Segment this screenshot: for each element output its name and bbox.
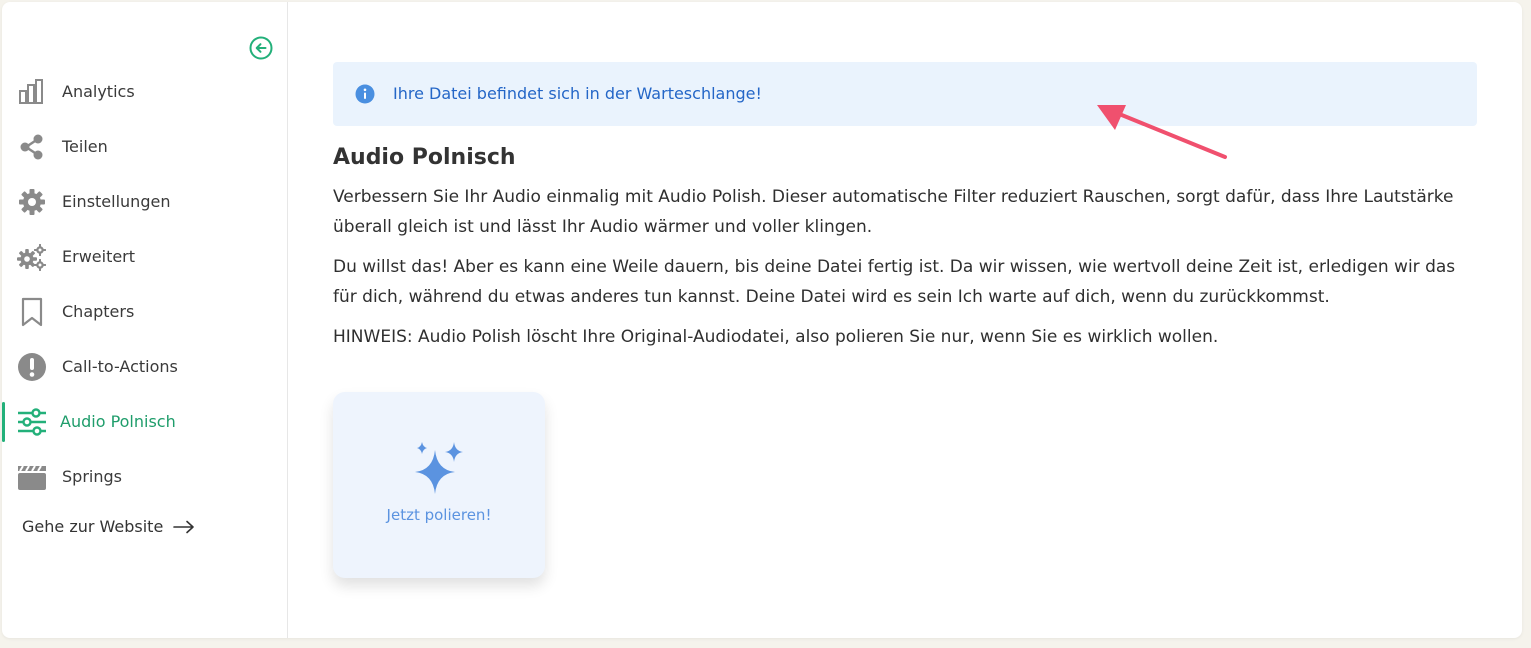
sidebar-item-label: Erweitert (62, 247, 136, 266)
sidebar-item-erweitert[interactable]: Erweitert (2, 237, 287, 277)
warning-note: HINWEIS: Audio Polish löscht Ihre Origin… (333, 327, 1219, 347)
annotation-arrow-icon (1097, 105, 1227, 159)
sidebar-item-audio-polnisch[interactable]: Audio Polnisch (2, 402, 287, 442)
exclamation-icon (17, 352, 47, 382)
alert-text: Ihre Datei befindet sich in der Wartesch… (393, 84, 762, 103)
description-paragraph: Verbessern Sie Ihr Audio einmalig mit Au… (333, 187, 1454, 237)
go-to-website-link[interactable]: Gehe zur Website (22, 517, 195, 536)
polish-now-label: Jetzt polieren! (386, 506, 492, 524)
sidebar-item-label: Analytics (62, 82, 135, 101)
description-paragraph: Du willst das! Aber es kann eine Weile d… (333, 257, 1456, 307)
sidebar-item-chapters[interactable]: Chapters (2, 292, 287, 332)
sidebar-item-teilen[interactable]: Teilen (2, 127, 287, 167)
bar-chart-icon (17, 77, 47, 107)
sidebar-item-analytics[interactable]: Analytics (2, 72, 287, 112)
clapperboard-icon (17, 462, 47, 492)
info-icon (355, 84, 375, 104)
arrow-right-icon (173, 520, 195, 533)
sidebar-item-label: Chapters (62, 302, 135, 321)
sidebar-item-label: Einstellungen (62, 192, 171, 211)
sidebar-item-call-to-actions[interactable]: Call-to-Actions (2, 347, 287, 387)
sidebar-item-label: Call-to-Actions (62, 357, 178, 376)
polish-now-button[interactable]: Jetzt polieren! (333, 392, 545, 578)
collapse-sidebar-button[interactable] (249, 36, 273, 60)
page-title: Audio Polnisch (333, 145, 516, 170)
queue-alert: Ihre Datei befindet sich in der Wartesch… (333, 62, 1477, 126)
arrow-left-circle-icon (249, 36, 273, 60)
go-to-website-label: Gehe zur Website (22, 517, 164, 536)
gears-icon (17, 242, 47, 272)
sidebar-item-label: Teilen (62, 137, 108, 156)
sidebar-item-label: Springs (62, 467, 122, 486)
sidebar-item-springs[interactable]: Springs (2, 457, 287, 497)
bookmark-icon (17, 297, 47, 327)
sidebar-item-einstellungen[interactable]: Einstellungen (2, 182, 287, 222)
gear-icon (17, 187, 47, 217)
share-icon (17, 132, 47, 162)
sparkles-icon (415, 442, 463, 494)
app-card: Analytics Teilen Einstellungen Erweitert… (2, 2, 1522, 638)
sidebar: Analytics Teilen Einstellungen Erweitert… (2, 2, 288, 638)
sliders-icon (17, 407, 47, 437)
sidebar-item-label: Audio Polnisch (60, 412, 176, 431)
